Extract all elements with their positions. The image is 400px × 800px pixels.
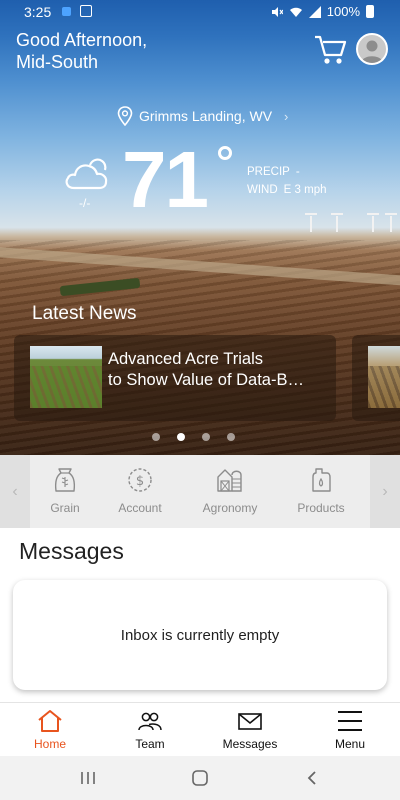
category-label: Agronomy bbox=[202, 501, 258, 515]
weather-condition: -/- bbox=[79, 196, 91, 210]
news-thumbnail bbox=[30, 346, 102, 408]
cloud-icon bbox=[65, 158, 108, 190]
home-circle-icon bbox=[192, 770, 208, 786]
download-icon bbox=[80, 5, 92, 17]
messages-title: Messages bbox=[19, 538, 124, 564]
carousel-dot[interactable] bbox=[227, 433, 235, 441]
carousel-dot[interactable] bbox=[202, 433, 210, 441]
wind-turbine-icon bbox=[331, 213, 343, 232]
wind-turbine-icon bbox=[367, 213, 379, 232]
nav-label: Messages bbox=[222, 737, 278, 751]
news-thumbnail bbox=[368, 346, 400, 408]
battery-icon bbox=[366, 5, 374, 18]
barn-icon bbox=[217, 469, 242, 492]
news-card-next[interactable] bbox=[352, 335, 400, 421]
location-pin-icon bbox=[117, 106, 133, 126]
cart-button[interactable] bbox=[313, 33, 347, 67]
battery-percent: 100% bbox=[326, 4, 360, 19]
category-label: Products bbox=[297, 501, 345, 515]
home-icon bbox=[38, 710, 62, 732]
menu-icon bbox=[338, 711, 362, 731]
degree-icon bbox=[218, 146, 232, 160]
weather-details: PRECIP - WIND E 3 mph bbox=[247, 163, 327, 199]
chevron-right-icon: › bbox=[284, 108, 289, 124]
user-avatar-icon bbox=[361, 40, 383, 63]
avatar[interactable] bbox=[356, 33, 388, 65]
nav-label: Menu bbox=[334, 737, 366, 751]
grain-bag-icon bbox=[54, 468, 76, 492]
nav-messages[interactable]: Messages bbox=[200, 703, 300, 757]
precip-label: PRECIP bbox=[247, 166, 290, 178]
nav-home[interactable]: Home bbox=[0, 703, 100, 757]
wifi-icon bbox=[289, 7, 302, 17]
notification-icon bbox=[62, 7, 71, 16]
wind-row: WIND E 3 mph bbox=[247, 181, 327, 199]
shopping-cart-icon bbox=[315, 35, 347, 64]
weather-location[interactable]: Grimms Landing, WV › bbox=[117, 106, 288, 126]
category-label: Account bbox=[118, 501, 162, 515]
news-card[interactable]: Advanced Acre Trials to Show Value of Da… bbox=[14, 335, 336, 421]
category-strip: ‹ Grain $ Account Agronomy Products › bbox=[0, 455, 400, 528]
precip-row: PRECIP - bbox=[247, 163, 327, 181]
system-icons: 100% bbox=[271, 4, 374, 19]
category-account[interactable]: $ Account bbox=[98, 455, 182, 528]
category-grain[interactable]: Grain bbox=[23, 455, 107, 528]
wind-label: WIND bbox=[247, 184, 278, 196]
wind-value: E 3 mph bbox=[283, 184, 327, 196]
home-system-button[interactable] bbox=[185, 766, 215, 790]
greeting-line1: Good Afternoon, bbox=[16, 30, 148, 50]
news-headline-line2: to Show Value of Data-B… bbox=[108, 371, 304, 389]
nav-label: Team bbox=[135, 737, 165, 751]
carousel-dot-active[interactable] bbox=[177, 433, 185, 441]
messages-section: Messages Inbox is currently empty bbox=[0, 528, 400, 702]
news-headline: Advanced Acre Trials to Show Value of Da… bbox=[108, 349, 332, 391]
back-icon bbox=[307, 771, 316, 785]
category-next-button[interactable]: › bbox=[370, 455, 400, 528]
location-name: Grimms Landing, WV bbox=[139, 108, 273, 124]
team-icon bbox=[138, 712, 162, 731]
chevron-right-icon: › bbox=[382, 482, 388, 500]
envelope-icon bbox=[238, 713, 262, 730]
category-agronomy[interactable]: Agronomy bbox=[188, 455, 272, 528]
temperature: 71 bbox=[122, 135, 209, 224]
inbox-empty-text: Inbox is currently empty bbox=[120, 626, 280, 644]
mute-icon bbox=[271, 6, 283, 17]
nav-menu[interactable]: Menu bbox=[300, 703, 400, 757]
greeting: Good Afternoon, Mid-South bbox=[16, 29, 216, 73]
carousel-dot[interactable] bbox=[152, 433, 160, 441]
bottom-nav: Home Team Messages Menu bbox=[0, 702, 400, 756]
news-section-title: Latest News bbox=[32, 303, 137, 324]
recent-apps-icon bbox=[81, 772, 95, 784]
greeting-line2: Mid-South bbox=[16, 52, 99, 72]
back-button[interactable] bbox=[297, 766, 327, 790]
status-bar: 3:25 100% bbox=[0, 0, 400, 24]
signal-icon bbox=[308, 5, 321, 18]
news-headline-line1: Advanced Acre Trials bbox=[108, 350, 263, 368]
status-time: 3:25 bbox=[24, 4, 52, 20]
jug-icon bbox=[312, 468, 331, 492]
inbox-card[interactable]: Inbox is currently empty bbox=[13, 580, 387, 690]
android-nav-bar bbox=[0, 756, 400, 800]
chevron-left-icon: ‹ bbox=[12, 482, 18, 500]
svg-text:$: $ bbox=[136, 474, 144, 489]
nav-label: Home bbox=[33, 737, 66, 751]
recent-apps-button[interactable] bbox=[73, 766, 103, 790]
carousel-pagination bbox=[152, 433, 235, 441]
nav-team[interactable]: Team bbox=[100, 703, 200, 757]
wind-turbine-icon bbox=[385, 213, 397, 232]
wind-turbine-icon bbox=[305, 213, 317, 232]
category-label: Grain bbox=[50, 501, 80, 515]
category-products[interactable]: Products bbox=[279, 455, 363, 528]
precip-value: - bbox=[295, 166, 300, 178]
dollar-icon: $ bbox=[128, 468, 152, 492]
